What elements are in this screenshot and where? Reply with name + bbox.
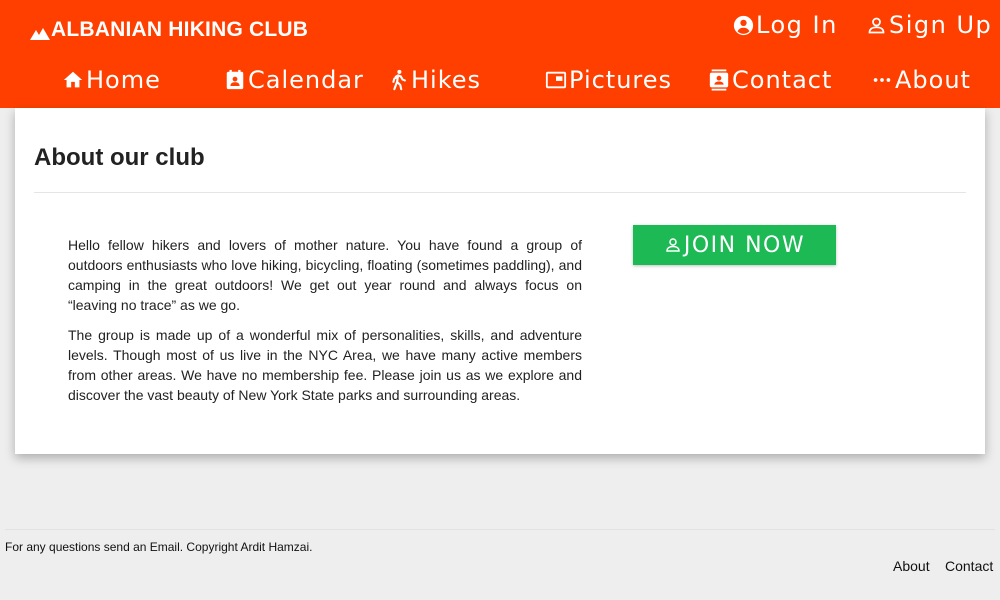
title-divider [34, 192, 966, 193]
nav-home-label: Home [86, 66, 161, 94]
footer-contact-link[interactable]: Contact [945, 558, 993, 574]
nav-about-label: About [895, 66, 971, 94]
brand-label: ALBANIAN HIKING CLUB [51, 18, 309, 41]
person-outline-icon [866, 15, 887, 36]
about-paragraph: Hello fellow hikers and lovers of mother… [68, 237, 582, 313]
nav-hikes-label: Hikes [411, 66, 482, 94]
nav-contact[interactable]: Contact [708, 64, 832, 96]
nav-hikes[interactable]: Hikes [387, 64, 481, 96]
nav-contact-label: Contact [732, 66, 833, 94]
mountain-icon [30, 23, 50, 40]
nav-pictures[interactable]: Pictures [545, 64, 672, 96]
login-link[interactable]: Log In [733, 10, 838, 40]
footer-copyright: For any questions send an Email. Copyrig… [5, 540, 313, 554]
nav-pictures-label: Pictures [569, 66, 673, 94]
site-brand[interactable]: ALBANIAN HIKING CLUB [30, 17, 308, 43]
footer-divider [5, 529, 995, 530]
more-horizontal-icon [871, 69, 893, 91]
nav-home[interactable]: Home [62, 64, 161, 96]
signup-label: Sign Up [889, 11, 993, 39]
join-now-label: JOIN NOW [683, 232, 806, 258]
login-label: Log In [756, 11, 838, 39]
walking-icon [387, 69, 409, 91]
about-paragraph: The group is made up of a wonderful mix … [68, 327, 582, 403]
nav-calendar-label: Calendar [248, 66, 364, 94]
page-title: About our club [34, 144, 205, 171]
about-card: About our club Hello fellow hikers and l… [15, 108, 985, 454]
calendar-icon [224, 69, 246, 91]
home-icon [62, 69, 84, 91]
nav-about[interactable]: About [871, 64, 971, 96]
contacts-icon [708, 69, 730, 91]
nav-calendar[interactable]: Calendar [224, 64, 364, 96]
signup-link[interactable]: Sign Up [866, 10, 992, 40]
footer-about-link[interactable]: About [893, 558, 930, 574]
site-header: ALBANIAN HIKING CLUB Log In Sign Up Home… [0, 0, 1000, 108]
about-description: Hello fellow hikers and lovers of mother… [68, 235, 582, 405]
join-now-button[interactable]: JOIN NOW [633, 225, 836, 265]
pictures-icon [545, 69, 567, 91]
person-outline-icon [664, 236, 682, 254]
account-circle-icon [733, 15, 754, 36]
